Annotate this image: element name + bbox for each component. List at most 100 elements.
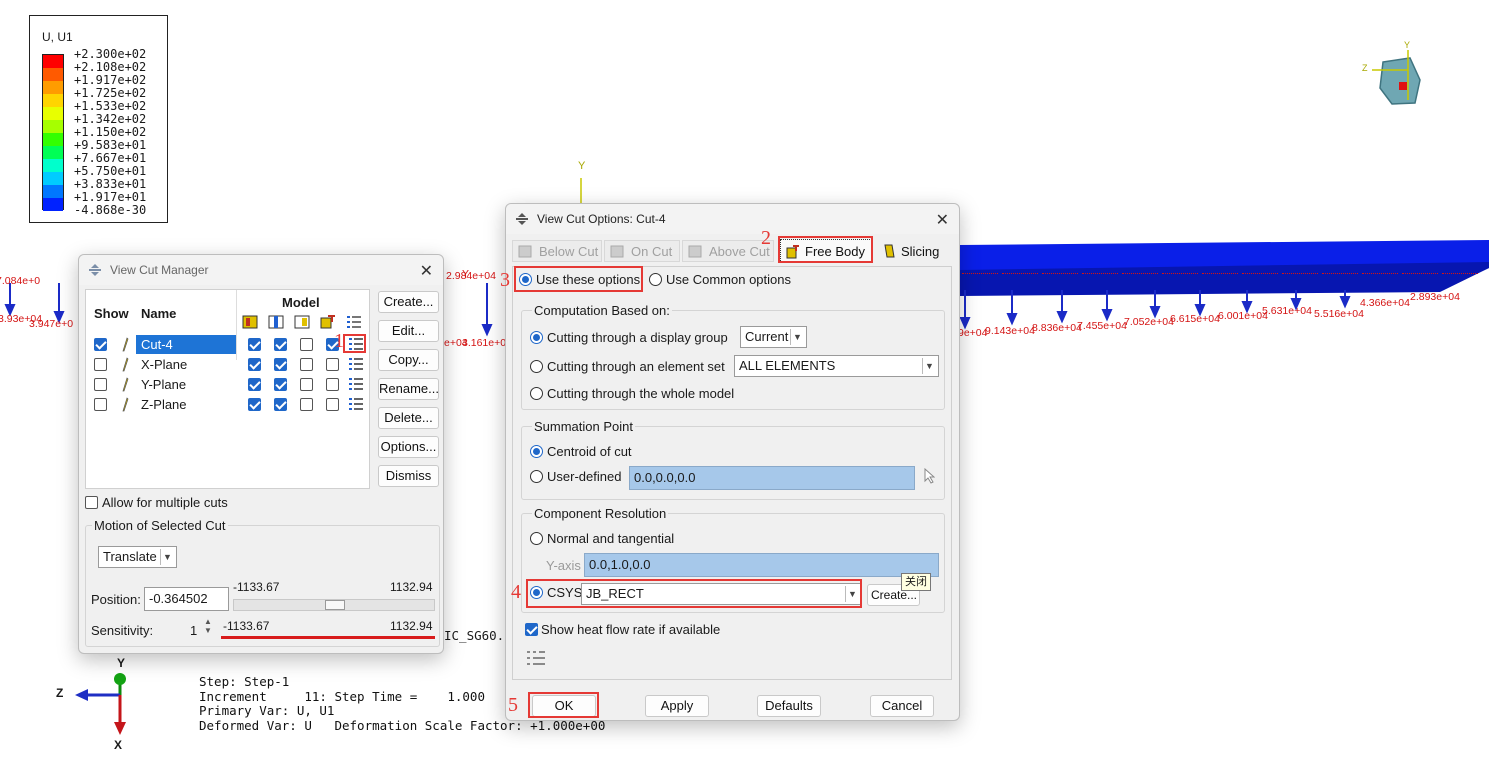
value-label: Y (462, 268, 470, 280)
close-icon[interactable]: ✕ (936, 210, 949, 230)
chevron-down-icon: ▼ (160, 549, 174, 565)
user-defined-input[interactable]: 0.0,0.0,0.0 (629, 466, 915, 490)
use-common-label: Use Common options (666, 272, 791, 287)
cancel-button[interactable]: Cancel (870, 695, 934, 717)
model-checkbox[interactable] (248, 338, 261, 351)
allow-multiple-label: Allow for multiple cuts (102, 495, 228, 510)
centroid-label: Centroid of cut (547, 444, 632, 459)
below-cut-icon (518, 245, 532, 258)
heat-flow-checkbox[interactable] (525, 623, 538, 636)
cut-options-icon[interactable] (348, 357, 364, 374)
sensitivity-label: Sensitivity: (91, 623, 154, 638)
value-label: 6.001e+04 (1218, 310, 1268, 322)
model-checkbox[interactable] (274, 378, 287, 391)
element-set-select[interactable]: ALL ELEMENTS ▼ (734, 355, 939, 377)
comp-display-radio[interactable] (530, 331, 543, 344)
tab-slicing[interactable]: Slicing (878, 240, 948, 262)
apply-button[interactable]: Apply (645, 695, 709, 717)
model-checkbox[interactable] (300, 398, 313, 411)
model-checkbox[interactable] (274, 338, 287, 351)
show-checkbox[interactable] (94, 358, 107, 371)
pick-cursor-icon[interactable] (923, 468, 935, 484)
beam-label-mark (1162, 266, 1198, 274)
close-icon[interactable]: ✕ (420, 261, 433, 281)
comp-element-radio[interactable] (530, 360, 543, 373)
model-checkbox[interactable] (248, 398, 261, 411)
tab-label: Below Cut (539, 244, 599, 259)
value-label: 3.947e+0 (29, 318, 74, 330)
heat-flow-label: Show heat flow rate if available (541, 622, 721, 637)
value-label: 8.836e+04 (1032, 322, 1082, 334)
position-slider[interactable] (233, 599, 435, 611)
allow-multiple-checkbox[interactable] (85, 496, 98, 509)
annotation-box-5 (528, 692, 599, 718)
show-checkbox[interactable] (94, 338, 107, 351)
options-title: View Cut Options: Cut-4 (537, 212, 666, 226)
view-cut-manager-dialog[interactable]: View Cut Manager ✕ Show Name Model Cut-4… (78, 254, 444, 654)
tab-label: Slicing (901, 244, 940, 259)
model-checkbox[interactable] (274, 398, 287, 411)
rename-button[interactable]: Rename... (378, 378, 439, 400)
position-input[interactable]: -0.364502 (144, 587, 229, 611)
component-title: Component Resolution (532, 506, 669, 521)
model-checkbox[interactable] (300, 378, 313, 391)
cut-table[interactable]: Show Name Model Cut-4 X-Plane Y-Plane Z-Pla… (85, 289, 370, 489)
defaults-button[interactable]: Defaults (757, 695, 821, 717)
cut-name[interactable]: Y-Plane (136, 375, 236, 394)
edit-button[interactable]: Edit... (378, 320, 439, 342)
cut-name[interactable]: Cut-4 (136, 335, 236, 354)
tab-on-cut[interactable]: On Cut (604, 240, 680, 262)
yaxis-label: Y-axis (546, 558, 581, 573)
element-set-value: ALL ELEMENTS (739, 358, 836, 373)
motion-mode-select[interactable]: Translate ▼ (98, 546, 177, 568)
model-checkbox[interactable] (300, 358, 313, 371)
model-checkbox[interactable] (248, 378, 261, 391)
triad-y-label: Y (117, 656, 126, 670)
on-cut-icon (268, 315, 284, 329)
options-grid-icon (347, 316, 361, 328)
cut-name[interactable]: X-Plane (136, 355, 236, 374)
cut-options-icon[interactable] (348, 397, 364, 414)
options-titlebar[interactable]: View Cut Options: Cut-4 ✕ (506, 204, 959, 234)
viewcube-y-label: Y (1404, 40, 1411, 50)
cut-name[interactable]: Z-Plane (136, 395, 236, 414)
display-group-select[interactable]: Current ▼ (740, 326, 807, 348)
manager-titlebar[interactable]: View Cut Manager ✕ (79, 255, 443, 285)
yaxis-input[interactable]: 0.0,1.0,0.0 (584, 553, 939, 577)
sensitivity-spinner-icon[interactable]: ▲ ▼ (204, 617, 212, 635)
show-checkbox[interactable] (94, 378, 107, 391)
model-checkbox[interactable] (274, 358, 287, 371)
show-checkbox[interactable] (94, 398, 107, 411)
normal-tangential-radio[interactable] (530, 532, 543, 545)
centroid-radio[interactable] (530, 445, 543, 458)
annotation-box-3 (514, 266, 643, 292)
abaqus-icon (89, 264, 101, 276)
col-model: Model (282, 295, 320, 310)
copy-button[interactable]: Copy... (378, 349, 439, 371)
model-checkbox[interactable] (326, 378, 339, 391)
cut-options-icon[interactable] (348, 377, 364, 394)
tab-below-cut[interactable]: Below Cut (512, 240, 602, 262)
value-label: 5.631e+04 (1262, 305, 1312, 317)
dismiss-button[interactable]: Dismiss (378, 465, 439, 487)
options-button[interactable]: Options... (378, 436, 439, 458)
beam-label-mark (1402, 266, 1438, 274)
use-common-radio[interactable] (649, 273, 662, 286)
model-checkbox[interactable] (326, 358, 339, 371)
value-label: 9.143e+04 (985, 325, 1035, 337)
model-checkbox[interactable] (300, 338, 313, 351)
slider-handle[interactable] (325, 600, 345, 610)
options-grid-icon[interactable] (526, 650, 546, 668)
sensitivity-value[interactable]: 1 (190, 623, 197, 638)
delete-button[interactable]: Delete... (378, 407, 439, 429)
annotation-number-4: 4 (511, 581, 521, 603)
annotation-number-1: 1 (334, 330, 344, 352)
model-checkbox[interactable] (326, 398, 339, 411)
user-defined-radio[interactable] (530, 470, 543, 483)
above-cut-icon (294, 315, 310, 329)
comp-whole-radio[interactable] (530, 387, 543, 400)
model-checkbox[interactable] (248, 358, 261, 371)
create-button[interactable]: Create... (378, 291, 439, 313)
normal-tangential-label: Normal and tangential (547, 531, 675, 546)
annotation-box-4 (526, 579, 862, 608)
